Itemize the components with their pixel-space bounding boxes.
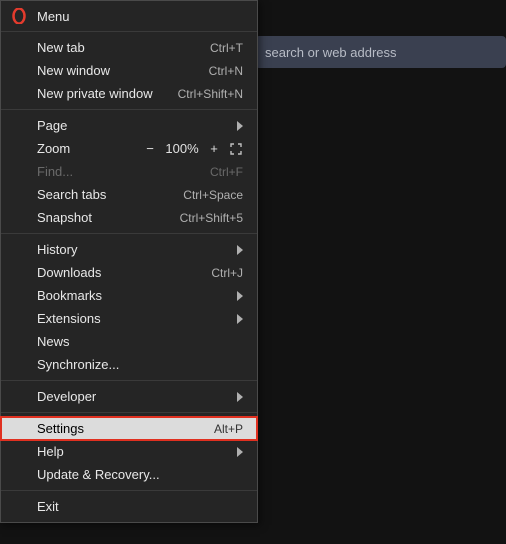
- menu-shortcut: Ctrl+F: [210, 165, 243, 179]
- menu-section-settings: Settings Alt+P Help Update & Recovery...: [1, 413, 257, 491]
- menu-label: History: [37, 242, 227, 257]
- menu-help[interactable]: Help: [1, 440, 257, 463]
- menu-search-tabs[interactable]: Search tabs Ctrl+Space: [1, 183, 257, 206]
- zoom-in-button[interactable]: +: [205, 141, 223, 156]
- menu-section-nav: History Downloads Ctrl+J Bookmarks Exten…: [1, 234, 257, 381]
- menu-snapshot[interactable]: Snapshot Ctrl+Shift+5: [1, 206, 257, 229]
- menu-update[interactable]: Update & Recovery...: [1, 463, 257, 486]
- menu-history[interactable]: History: [1, 238, 257, 261]
- menu-label: Settings: [37, 421, 202, 436]
- menu-header: Menu: [1, 1, 257, 32]
- zoom-value: 100%: [165, 141, 199, 156]
- fullscreen-icon[interactable]: [229, 142, 243, 156]
- menu-zoom: Zoom − 100% +: [1, 137, 257, 160]
- menu-label: Extensions: [37, 311, 227, 326]
- menu-new-tab[interactable]: New tab Ctrl+T: [1, 36, 257, 59]
- menu-label: Help: [37, 444, 227, 459]
- menu-label: New tab: [37, 40, 198, 55]
- chevron-right-icon: [237, 291, 243, 301]
- address-placeholder: search or web address: [265, 45, 397, 60]
- menu-label: Exit: [37, 499, 243, 514]
- menu-settings[interactable]: Settings Alt+P: [1, 417, 257, 440]
- menu-developer[interactable]: Developer: [1, 385, 257, 408]
- chevron-right-icon: [237, 447, 243, 457]
- menu-synchronize[interactable]: Synchronize...: [1, 353, 257, 376]
- menu-section-tabs: New tab Ctrl+T New window Ctrl+N New pri…: [1, 32, 257, 110]
- menu-label: Update & Recovery...: [37, 467, 243, 482]
- menu-shortcut: Ctrl+N: [209, 64, 243, 78]
- menu-shortcut: Ctrl+J: [211, 266, 243, 280]
- menu-label: New window: [37, 63, 197, 78]
- menu-page[interactable]: Page: [1, 114, 257, 137]
- menu-label: Search tabs: [37, 187, 171, 202]
- chevron-right-icon: [237, 121, 243, 131]
- menu-new-window[interactable]: New window Ctrl+N: [1, 59, 257, 82]
- menu-label: Downloads: [37, 265, 199, 280]
- menu-exit[interactable]: Exit: [1, 495, 257, 518]
- menu-shortcut: Ctrl+Space: [183, 188, 243, 202]
- menu-shortcut: Ctrl+Shift+5: [180, 211, 243, 225]
- main-menu: Menu New tab Ctrl+T New window Ctrl+N Ne…: [0, 0, 258, 523]
- chevron-right-icon: [237, 392, 243, 402]
- menu-shortcut: Alt+P: [214, 422, 243, 436]
- zoom-out-button[interactable]: −: [141, 141, 159, 156]
- menu-bookmarks[interactable]: Bookmarks: [1, 284, 257, 307]
- menu-label: Developer: [37, 389, 227, 404]
- menu-label: Page: [37, 118, 227, 133]
- menu-section-exit: Exit: [1, 491, 257, 522]
- opera-logo-icon: [11, 8, 27, 24]
- address-bar[interactable]: search or web address: [255, 36, 506, 68]
- menu-section-dev: Developer: [1, 381, 257, 413]
- menu-find: Find... Ctrl+F: [1, 160, 257, 183]
- menu-label: Find...: [37, 164, 198, 179]
- menu-label: New private window: [37, 86, 166, 101]
- menu-label: Synchronize...: [37, 357, 243, 372]
- menu-label: Bookmarks: [37, 288, 227, 303]
- menu-extensions[interactable]: Extensions: [1, 307, 257, 330]
- menu-downloads[interactable]: Downloads Ctrl+J: [1, 261, 257, 284]
- menu-shortcut: Ctrl+T: [210, 41, 243, 55]
- menu-shortcut: Ctrl+Shift+N: [178, 87, 243, 101]
- menu-title: Menu: [37, 9, 70, 24]
- menu-label: News: [37, 334, 243, 349]
- zoom-label: Zoom: [37, 141, 135, 156]
- menu-news[interactable]: News: [1, 330, 257, 353]
- menu-new-private[interactable]: New private window Ctrl+Shift+N: [1, 82, 257, 105]
- chevron-right-icon: [237, 314, 243, 324]
- menu-section-page: Page Zoom − 100% + Find... Ctrl+F Search…: [1, 110, 257, 234]
- menu-label: Snapshot: [37, 210, 168, 225]
- chevron-right-icon: [237, 245, 243, 255]
